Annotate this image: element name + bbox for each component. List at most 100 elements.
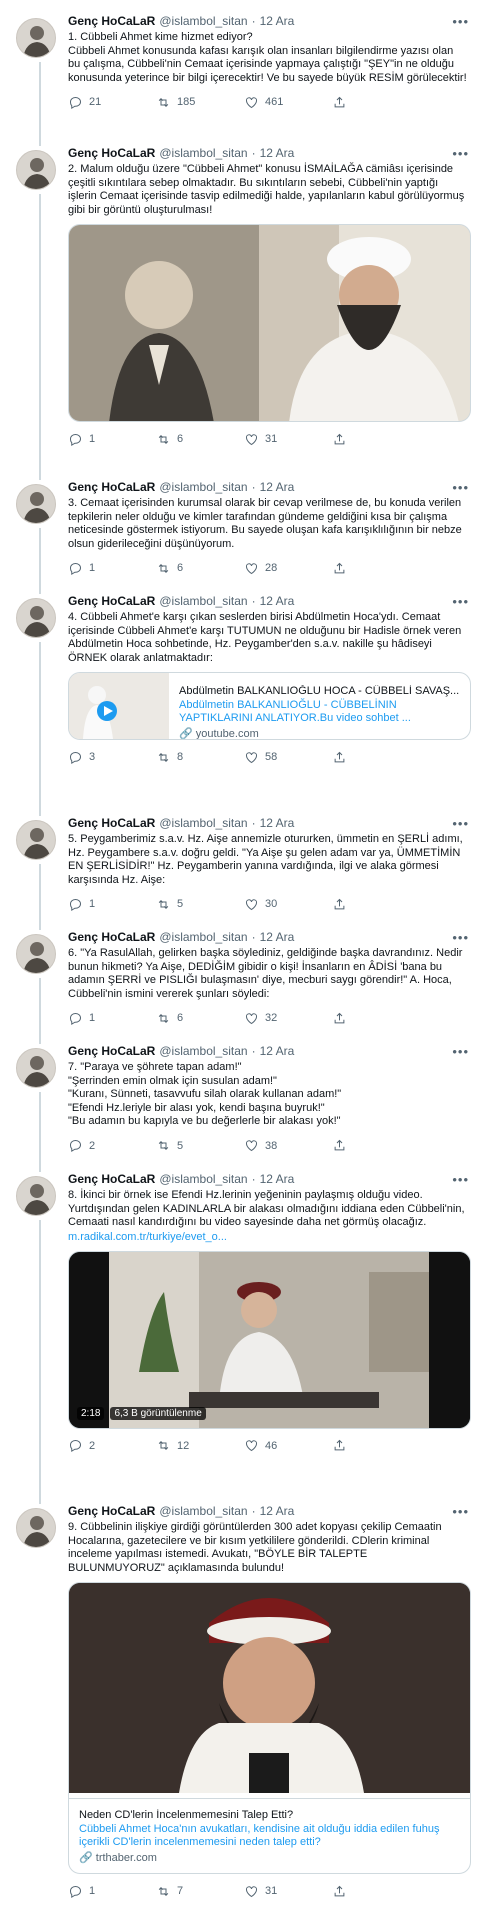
author-name[interactable]: Genç HoCaLaR: [68, 480, 155, 495]
author-name[interactable]: Genç HoCaLaR: [68, 1044, 155, 1059]
more-options-icon[interactable]: •••: [452, 480, 469, 495]
share-button[interactable]: [332, 1138, 420, 1153]
author-name[interactable]: Genç HoCaLaR: [68, 14, 155, 29]
thread-line: [39, 1220, 41, 1504]
more-options-icon[interactable]: •••: [452, 14, 469, 29]
avatar[interactable]: [16, 1048, 56, 1088]
tweet-image[interactable]: [68, 224, 471, 423]
tweet-date[interactable]: 12 Ara: [260, 14, 295, 29]
author-name[interactable]: Genç HoCaLaR: [68, 1172, 155, 1187]
share-button[interactable]: [332, 561, 420, 576]
author-handle[interactable]: @islambol_sitan: [159, 1044, 247, 1059]
avatar[interactable]: [16, 1176, 56, 1216]
author-name[interactable]: Genç HoCaLaR: [68, 816, 155, 831]
author-handle[interactable]: @islambol_sitan: [159, 1172, 247, 1187]
reply-button[interactable]: 2: [68, 1138, 156, 1153]
reply-button[interactable]: 1: [68, 561, 156, 576]
author-name[interactable]: Genç HoCaLaR: [68, 146, 155, 161]
author-handle[interactable]: @islambol_sitan: [159, 14, 247, 29]
tweet-date[interactable]: 12 Ara: [260, 1044, 295, 1059]
retweet-button[interactable]: 6: [156, 1011, 244, 1026]
like-button[interactable]: 38: [244, 1138, 332, 1153]
retweet-button[interactable]: 5: [156, 897, 244, 912]
tweet-date[interactable]: 12 Ara: [260, 146, 295, 161]
tweet-date[interactable]: 12 Ara: [260, 1504, 295, 1519]
author-name[interactable]: Genç HoCaLaR: [68, 930, 155, 945]
retweet-button[interactable]: 5: [156, 1138, 244, 1153]
tweet[interactable]: Genç HoCaLaR @islambol_sitan · 12 Ara ••• 3…: [0, 466, 485, 594]
avatar[interactable]: [16, 934, 56, 974]
share-button[interactable]: [332, 95, 420, 110]
avatar[interactable]: [16, 150, 56, 190]
retweet-button[interactable]: 185: [156, 95, 244, 110]
author-handle[interactable]: @islambol_sitan: [159, 1504, 247, 1519]
tweet-link[interactable]: m.radikal.com.tr/turkiye/evet_o...: [68, 1230, 471, 1244]
author-handle[interactable]: @islambol_sitan: [159, 146, 247, 161]
reply-button[interactable]: 1: [68, 897, 156, 912]
more-options-icon[interactable]: •••: [452, 816, 469, 831]
like-button[interactable]: 30: [244, 897, 332, 912]
tweet[interactable]: Genç HoCaLaR @islambol_sitan · 12 Ara ••• 6…: [0, 916, 485, 1044]
tweet-date[interactable]: 12 Ara: [260, 816, 295, 831]
tweet[interactable]: Genç HoCaLaR @islambol_sitan · 12 Ara ••• 4…: [0, 580, 485, 816]
separator: ·: [251, 14, 256, 28]
share-button[interactable]: [332, 897, 420, 912]
video-player[interactable]: 2:18 6,3 B görüntülenme: [68, 1250, 471, 1429]
retweet-button[interactable]: 6: [156, 561, 244, 576]
tweet[interactable]: Genç HoCaLaR @islambol_sitan · 12 Ara ••• 2…: [0, 132, 485, 480]
avatar[interactable]: [16, 820, 56, 860]
reply-button[interactable]: 21: [68, 95, 156, 110]
more-options-icon[interactable]: •••: [452, 594, 469, 609]
reply-button[interactable]: 1: [68, 432, 156, 447]
share-button[interactable]: [332, 1011, 420, 1026]
reply-button[interactable]: 1: [68, 1011, 156, 1026]
author-handle[interactable]: @islambol_sitan: [159, 816, 247, 831]
author-name[interactable]: Genç HoCaLaR: [68, 1504, 155, 1519]
video-thumbnail: [69, 673, 169, 740]
tweet[interactable]: Genç HoCaLaR @islambol_sitan · 12 Ara ••• 9…: [0, 1490, 485, 1920]
tweet-date[interactable]: 12 Ara: [260, 930, 295, 945]
tweet-date[interactable]: 12 Ara: [260, 480, 295, 495]
share-button[interactable]: [332, 750, 420, 765]
more-options-icon[interactable]: •••: [452, 1504, 469, 1519]
share-button[interactable]: [332, 1438, 420, 1453]
more-options-icon[interactable]: •••: [452, 146, 469, 161]
reply-button[interactable]: 3: [68, 750, 156, 765]
more-options-icon[interactable]: •••: [452, 1172, 469, 1187]
author-handle[interactable]: @islambol_sitan: [159, 930, 247, 945]
separator: ·: [251, 1044, 256, 1058]
like-button[interactable]: 31: [244, 1884, 332, 1899]
author-handle[interactable]: @islambol_sitan: [159, 594, 247, 609]
more-options-icon[interactable]: •••: [452, 930, 469, 945]
tweet[interactable]: Genç HoCaLaR @islambol_sitan · 12 Ara ••• 1…: [0, 0, 485, 146]
share-button[interactable]: [332, 1884, 420, 1899]
share-button[interactable]: [332, 432, 420, 447]
retweet-button[interactable]: 7: [156, 1884, 244, 1899]
tweet-date[interactable]: 12 Ara: [260, 1172, 295, 1187]
avatar[interactable]: [16, 18, 56, 58]
like-button[interactable]: 58: [244, 750, 332, 765]
avatar[interactable]: [16, 1508, 56, 1548]
link-card[interactable]: Neden CD'lerin İncelenmemesini Talep Ett…: [68, 1582, 471, 1875]
retweet-button[interactable]: 8: [156, 750, 244, 765]
more-options-icon[interactable]: •••: [452, 1044, 469, 1059]
retweet-button[interactable]: 6: [156, 432, 244, 447]
tweet-date[interactable]: 12 Ara: [260, 594, 295, 609]
retweet-button[interactable]: 12: [156, 1438, 244, 1453]
like-button[interactable]: 32: [244, 1011, 332, 1026]
avatar[interactable]: [16, 598, 56, 638]
like-button[interactable]: 28: [244, 561, 332, 576]
tweet[interactable]: Genç HoCaLaR @islambol_sitan · 12 Ara ••• 8…: [0, 1158, 485, 1504]
like-button[interactable]: 461: [244, 95, 332, 110]
reply-button[interactable]: 1: [68, 1884, 156, 1899]
reply-button[interactable]: 2: [68, 1438, 156, 1453]
avatar[interactable]: [16, 484, 56, 524]
author-handle[interactable]: @islambol_sitan: [159, 480, 247, 495]
tweet[interactable]: Genç HoCaLaR @islambol_sitan · 12 Ara ••• 5…: [0, 802, 485, 930]
link-card[interactable]: Abdülmetin BALKANLIOĞLU HOCA - CÜBBELİ S…: [68, 672, 471, 741]
like-button[interactable]: 46: [244, 1438, 332, 1453]
tweet[interactable]: Genç HoCaLaR @islambol_sitan · 12 Ara ••• 7…: [0, 1030, 485, 1172]
like-button[interactable]: 31: [244, 432, 332, 447]
author-name[interactable]: Genç HoCaLaR: [68, 594, 155, 609]
card-domain: 🔗 trthaber.com: [79, 1852, 460, 1866]
